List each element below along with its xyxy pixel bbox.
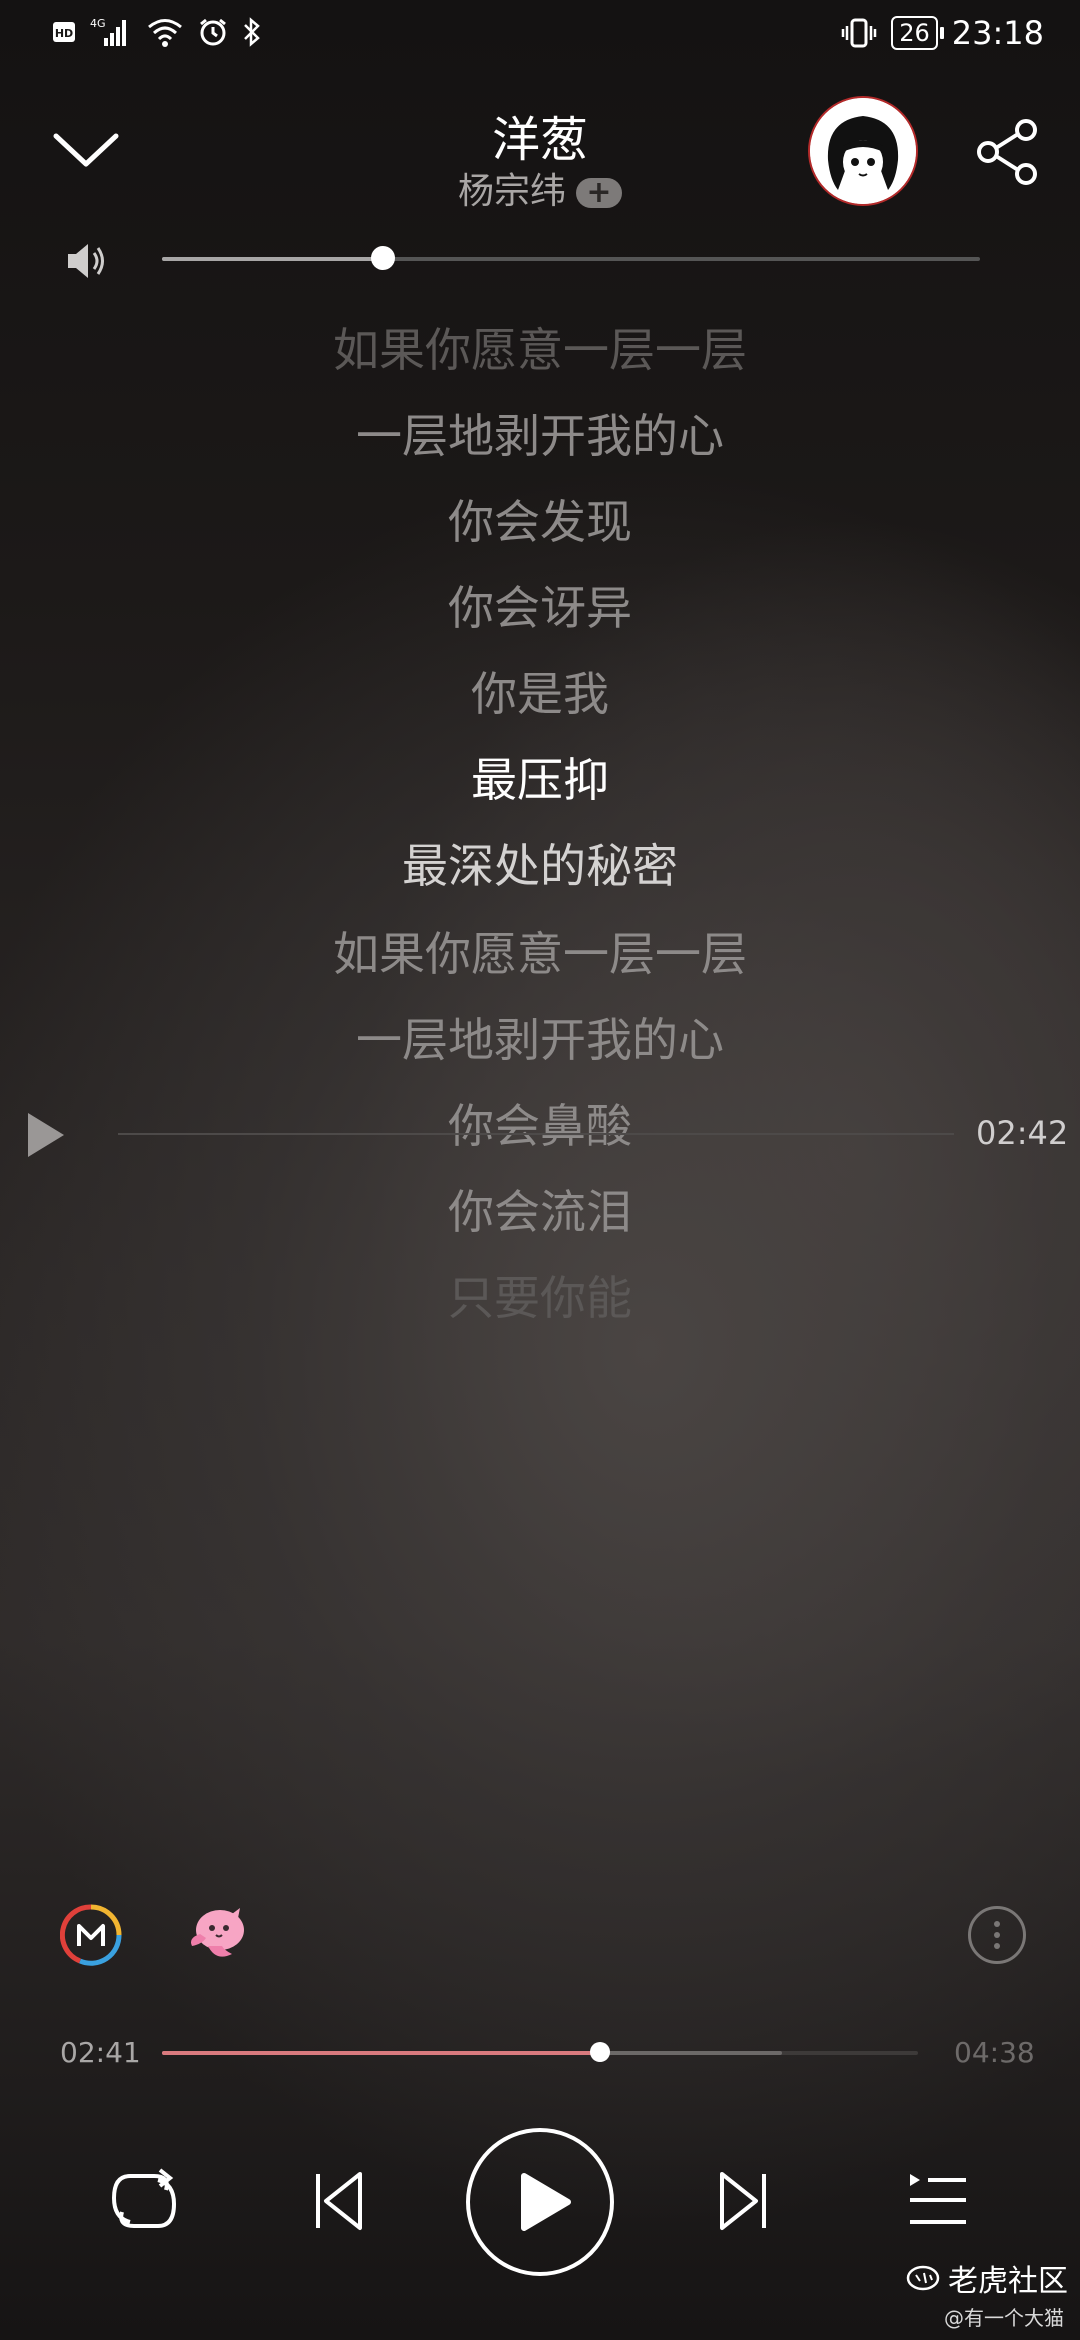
more-options-button[interactable]: [968, 1906, 1026, 1964]
lyric-line-selected: 最深处的秘密: [402, 839, 678, 893]
share-icon: [977, 119, 1037, 185]
status-bar: HD 4G 26 23:18: [0, 0, 1080, 72]
hd-icon: HD: [52, 21, 76, 43]
follow-artist-button[interactable]: +: [576, 178, 622, 208]
watermark-brand: 老虎社区: [906, 2256, 1068, 2300]
more-dot: [994, 1932, 1000, 1938]
battery-icon: 26: [891, 16, 944, 50]
lyric-line: 你会讶异: [448, 581, 632, 635]
signal-icon: 4G: [90, 16, 132, 48]
lyric-line: 如果你愿意一层一层: [333, 927, 747, 981]
svg-text:4G: 4G: [90, 17, 106, 30]
previous-button[interactable]: [314, 2170, 364, 2232]
status-right: 26 23:18: [841, 14, 1044, 52]
play-button[interactable]: [466, 2128, 614, 2276]
repeat-button[interactable]: [108, 2168, 180, 2234]
volume-knob[interactable]: [370, 246, 395, 270]
next-icon: [720, 2172, 766, 2230]
seek-line: [118, 1133, 954, 1135]
playlist-button[interactable]: [906, 2172, 968, 2228]
tiger-logo-icon: [906, 2265, 940, 2291]
more-dot: [994, 1943, 1000, 1949]
artist-row: 杨宗纬 +: [0, 162, 1080, 214]
next-button[interactable]: [718, 2170, 768, 2232]
lyric-line: 你会流泪: [448, 1185, 632, 1239]
lyric-line: 一层地剥开我的心: [356, 1013, 724, 1067]
volume-fill: [162, 257, 383, 261]
lyric-line: 你是我: [471, 667, 609, 721]
m-logo-icon[interactable]: [59, 1904, 122, 1966]
song-title: 洋葱: [491, 112, 588, 168]
current-time: 02:41: [60, 2036, 141, 2069]
avatar-illustration: [810, 98, 916, 204]
lyric-line: 你会鼻酸: [448, 1099, 632, 1153]
alarm-icon: [198, 17, 228, 47]
share-button[interactable]: [976, 118, 1040, 186]
lyric-line: 一层地剥开我的心: [356, 409, 724, 463]
playlist-icon: [910, 2174, 966, 2224]
svg-text:HD: HD: [55, 27, 73, 40]
volume-icon[interactable]: [64, 238, 110, 284]
clock: 23:18: [951, 14, 1044, 52]
lyric-line: 如果你愿意一层一层: [333, 323, 747, 377]
progress-knob[interactable]: [590, 2042, 611, 2062]
bluetooth-icon: [242, 17, 262, 47]
repeat-icon: [111, 2168, 177, 2228]
lyric-line: 你会发现: [448, 495, 632, 549]
play-icon: [521, 2173, 571, 2231]
wifi-icon: [146, 17, 184, 47]
vibrate-icon: [841, 17, 877, 49]
play-icon: [28, 1113, 64, 1157]
status-left: HD 4G: [52, 16, 262, 48]
watermark-user: @有一个大猫: [944, 2306, 1064, 2330]
previous-icon: [316, 2172, 362, 2230]
progress-played: [162, 2051, 601, 2055]
seek-play-button[interactable]: [24, 1110, 68, 1160]
more-dot: [994, 1921, 1000, 1927]
seek-time: 02:42: [976, 1114, 1069, 1152]
lyric-line: 只要你能: [448, 1271, 632, 1325]
total-time: 04:38: [954, 2036, 1035, 2069]
bird-mascot-icon[interactable]: [186, 1904, 250, 1964]
watermark-brand-text: 老虎社区: [948, 2264, 1068, 2299]
artist-name[interactable]: 杨宗纬: [458, 171, 566, 212]
lyric-line-current: 最压抑: [471, 753, 609, 807]
album-avatar[interactable]: [808, 96, 918, 206]
